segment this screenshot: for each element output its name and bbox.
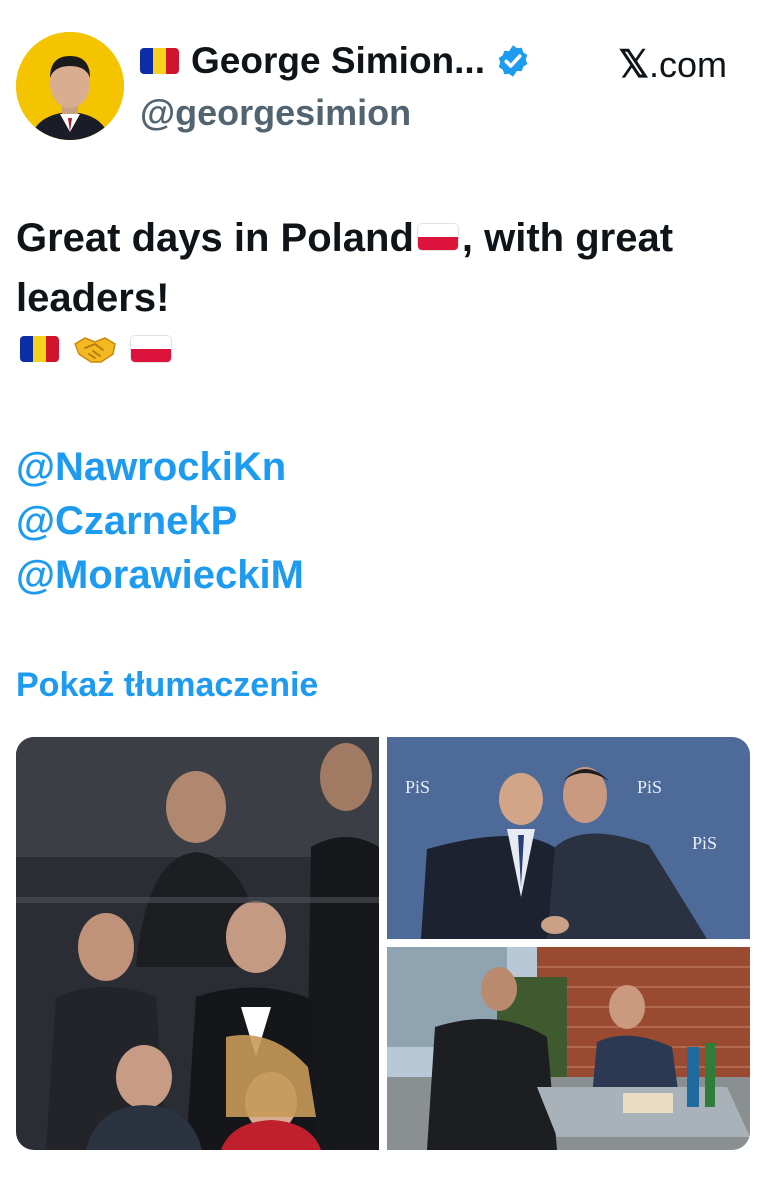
pis-meeting-photo[interactable]: PiS PiS PiS bbox=[387, 737, 750, 939]
show-translation-link[interactable]: Pokaż tłumaczenie bbox=[16, 666, 318, 705]
mentions-list: @NawrockiKn @CzarnekP @MorawieckiM bbox=[16, 440, 304, 602]
pis-logo-text: PiS bbox=[405, 777, 430, 797]
author-handle[interactable]: @georgesimion bbox=[140, 92, 411, 134]
svg-text:PiS: PiS bbox=[692, 833, 717, 853]
poland-flag-icon bbox=[131, 336, 171, 362]
poland-flag-icon bbox=[417, 224, 458, 251]
avatar[interactable] bbox=[16, 32, 124, 140]
romania-flag-icon bbox=[20, 336, 59, 362]
stadium-crowd-photo[interactable] bbox=[16, 737, 379, 1150]
handshake-icon bbox=[74, 337, 116, 363]
emoji-row bbox=[20, 332, 171, 366]
source-label: 𝕏.com bbox=[618, 42, 727, 87]
mention-link[interactable]: @MorawieckiM bbox=[16, 548, 304, 602]
outdoor-cafe-photo[interactable] bbox=[387, 947, 750, 1150]
mention-link[interactable]: @CzarnekP bbox=[16, 494, 304, 548]
verified-badge-icon bbox=[498, 45, 528, 77]
x-logo-icon: 𝕏 bbox=[618, 44, 649, 86]
tweet-text: Great days in Poland, with great leaders… bbox=[16, 208, 746, 328]
tweet-text-part1: Great days in Poland bbox=[16, 216, 414, 260]
author-display-name[interactable]: George Simion... bbox=[191, 40, 485, 82]
source-domain: .com bbox=[648, 44, 727, 85]
mention-link[interactable]: @NawrockiKn bbox=[16, 440, 304, 494]
svg-text:PiS: PiS bbox=[637, 777, 662, 797]
author-name-row[interactable]: George Simion... bbox=[140, 40, 531, 82]
avatar-portrait bbox=[16, 32, 124, 140]
media-grid: PiS PiS PiS bbox=[16, 737, 750, 1150]
romania-flag-icon bbox=[140, 48, 179, 74]
